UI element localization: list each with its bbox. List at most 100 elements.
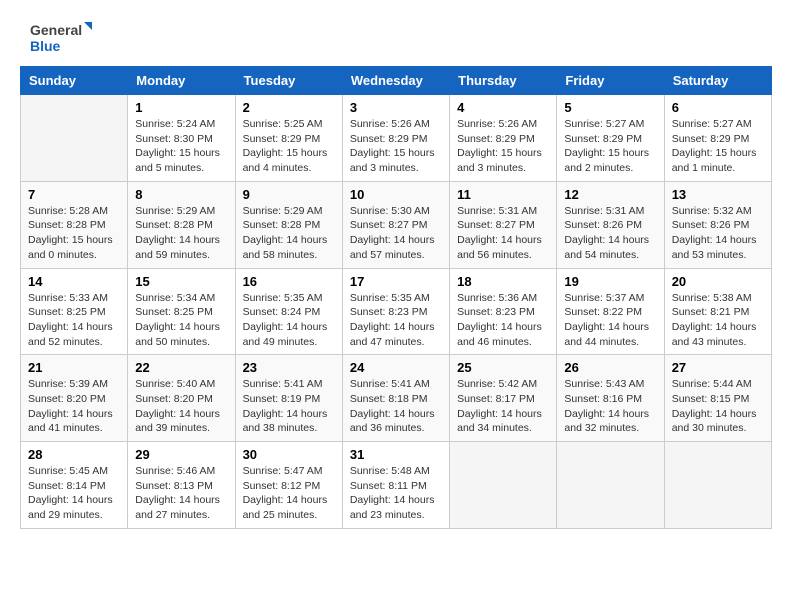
day-info: Sunrise: 5:27 AM Sunset: 8:29 PM Dayligh… bbox=[672, 117, 764, 176]
day-info: Sunrise: 5:32 AM Sunset: 8:26 PM Dayligh… bbox=[672, 204, 764, 263]
day-info: Sunrise: 5:40 AM Sunset: 8:20 PM Dayligh… bbox=[135, 377, 227, 436]
day-number: 1 bbox=[135, 100, 227, 115]
week-row-4: 21 Sunrise: 5:39 AM Sunset: 8:20 PM Dayli… bbox=[21, 355, 772, 442]
day-info: Sunrise: 5:27 AM Sunset: 8:29 PM Dayligh… bbox=[564, 117, 656, 176]
calendar-cell: 6 Sunrise: 5:27 AM Sunset: 8:29 PM Daylig… bbox=[664, 95, 771, 182]
day-info: Sunrise: 5:29 AM Sunset: 8:28 PM Dayligh… bbox=[135, 204, 227, 263]
day-number: 8 bbox=[135, 187, 227, 202]
day-number: 24 bbox=[350, 360, 442, 375]
day-info: Sunrise: 5:35 AM Sunset: 8:24 PM Dayligh… bbox=[243, 291, 335, 350]
calendar-cell: 21 Sunrise: 5:39 AM Sunset: 8:20 PM Dayli… bbox=[21, 355, 128, 442]
calendar-cell: 17Sunrise: 5:35 AM Sunset: 8:23 PM Dayli… bbox=[342, 268, 449, 355]
day-number: 21 bbox=[28, 360, 120, 375]
calendar-cell: 22 Sunrise: 5:40 AM Sunset: 8:20 PM Dayli… bbox=[128, 355, 235, 442]
day-number: 18 bbox=[457, 274, 549, 289]
day-info: Sunrise: 5:43 AM Sunset: 8:16 PM Dayligh… bbox=[564, 377, 656, 436]
svg-text:General: General bbox=[30, 22, 82, 38]
calendar-cell: 24 Sunrise: 5:41 AM Sunset: 8:18 PM Dayli… bbox=[342, 355, 449, 442]
calendar-cell: 8 Sunrise: 5:29 AM Sunset: 8:28 PM Daylig… bbox=[128, 181, 235, 268]
day-info: Sunrise: 5:38 AM Sunset: 8:21 PM Dayligh… bbox=[672, 291, 764, 350]
calendar-cell: 16Sunrise: 5:35 AM Sunset: 8:24 PM Dayli… bbox=[235, 268, 342, 355]
calendar-cell: 10 Sunrise: 5:30 AM Sunset: 8:27 PM Dayli… bbox=[342, 181, 449, 268]
header-tuesday: Tuesday bbox=[235, 67, 342, 95]
calendar-cell bbox=[21, 95, 128, 182]
day-info: Sunrise: 5:24 AM Sunset: 8:30 PM Dayligh… bbox=[135, 117, 227, 176]
calendar-cell: 18 Sunrise: 5:36 AM Sunset: 8:23 PM Dayli… bbox=[450, 268, 557, 355]
day-number: 30 bbox=[243, 447, 335, 462]
day-info: Sunrise: 5:26 AM Sunset: 8:29 PM Dayligh… bbox=[350, 117, 442, 176]
day-info: Sunrise: 5:33 AM Sunset: 8:25 PM Dayligh… bbox=[28, 291, 120, 350]
calendar-cell: 14 Sunrise: 5:33 AM Sunset: 8:25 PM Dayli… bbox=[21, 268, 128, 355]
day-number: 12 bbox=[564, 187, 656, 202]
day-info: Sunrise: 5:42 AM Sunset: 8:17 PM Dayligh… bbox=[457, 377, 549, 436]
day-info: Sunrise: 5:44 AM Sunset: 8:15 PM Dayligh… bbox=[672, 377, 764, 436]
calendar-cell: 13 Sunrise: 5:32 AM Sunset: 8:26 PM Dayli… bbox=[664, 181, 771, 268]
header-saturday: Saturday bbox=[664, 67, 771, 95]
day-info: Sunrise: 5:36 AM Sunset: 8:23 PM Dayligh… bbox=[457, 291, 549, 350]
day-number: 11 bbox=[457, 187, 549, 202]
day-info: Sunrise: 5:37 AM Sunset: 8:22 PM Dayligh… bbox=[564, 291, 656, 350]
day-number: 7 bbox=[28, 187, 120, 202]
day-info: Sunrise: 5:46 AM Sunset: 8:13 PM Dayligh… bbox=[135, 464, 227, 523]
day-number: 26 bbox=[564, 360, 656, 375]
calendar-cell: 20 Sunrise: 5:38 AM Sunset: 8:21 PM Dayli… bbox=[664, 268, 771, 355]
day-number: 19 bbox=[564, 274, 656, 289]
calendar-header-row: SundayMondayTuesdayWednesdayThursdayFrid… bbox=[21, 67, 772, 95]
header-thursday: Thursday bbox=[450, 67, 557, 95]
day-info: Sunrise: 5:39 AM Sunset: 8:20 PM Dayligh… bbox=[28, 377, 120, 436]
day-info: Sunrise: 5:41 AM Sunset: 8:19 PM Dayligh… bbox=[243, 377, 335, 436]
calendar-cell bbox=[450, 442, 557, 529]
day-info: Sunrise: 5:47 AM Sunset: 8:12 PM Dayligh… bbox=[243, 464, 335, 523]
day-number: 10 bbox=[350, 187, 442, 202]
day-number: 22 bbox=[135, 360, 227, 375]
day-number: 14 bbox=[28, 274, 120, 289]
day-number: 3 bbox=[350, 100, 442, 115]
calendar-cell: 9 Sunrise: 5:29 AM Sunset: 8:28 PM Daylig… bbox=[235, 181, 342, 268]
calendar-cell: 30 Sunrise: 5:47 AM Sunset: 8:12 PM Dayli… bbox=[235, 442, 342, 529]
day-info: Sunrise: 5:31 AM Sunset: 8:27 PM Dayligh… bbox=[457, 204, 549, 263]
week-row-3: 14 Sunrise: 5:33 AM Sunset: 8:25 PM Dayli… bbox=[21, 268, 772, 355]
calendar-cell: 3 Sunrise: 5:26 AM Sunset: 8:29 PM Daylig… bbox=[342, 95, 449, 182]
week-row-1: 1 Sunrise: 5:24 AM Sunset: 8:30 PM Daylig… bbox=[21, 95, 772, 182]
logo: General Blue bbox=[20, 20, 100, 56]
week-row-2: 7 Sunrise: 5:28 AM Sunset: 8:28 PM Daylig… bbox=[21, 181, 772, 268]
day-number: 25 bbox=[457, 360, 549, 375]
header-wednesday: Wednesday bbox=[342, 67, 449, 95]
day-number: 9 bbox=[243, 187, 335, 202]
day-info: Sunrise: 5:28 AM Sunset: 8:28 PM Dayligh… bbox=[28, 204, 120, 263]
calendar-cell: 27 Sunrise: 5:44 AM Sunset: 8:15 PM Dayli… bbox=[664, 355, 771, 442]
calendar-cell: 28Sunrise: 5:45 AM Sunset: 8:14 PM Dayli… bbox=[21, 442, 128, 529]
day-number: 20 bbox=[672, 274, 764, 289]
calendar-cell: 25 Sunrise: 5:42 AM Sunset: 8:17 PM Dayli… bbox=[450, 355, 557, 442]
day-info: Sunrise: 5:41 AM Sunset: 8:18 PM Dayligh… bbox=[350, 377, 442, 436]
day-number: 2 bbox=[243, 100, 335, 115]
calendar-cell: 4Sunrise: 5:26 AM Sunset: 8:29 PM Daylig… bbox=[450, 95, 557, 182]
day-info: Sunrise: 5:34 AM Sunset: 8:25 PM Dayligh… bbox=[135, 291, 227, 350]
calendar-cell: 19 Sunrise: 5:37 AM Sunset: 8:22 PM Dayli… bbox=[557, 268, 664, 355]
day-number: 31 bbox=[350, 447, 442, 462]
day-number: 5 bbox=[564, 100, 656, 115]
day-info: Sunrise: 5:45 AM Sunset: 8:14 PM Dayligh… bbox=[28, 464, 120, 523]
day-info: Sunrise: 5:30 AM Sunset: 8:27 PM Dayligh… bbox=[350, 204, 442, 263]
calendar-cell: 2Sunrise: 5:25 AM Sunset: 8:29 PM Daylig… bbox=[235, 95, 342, 182]
calendar-cell bbox=[664, 442, 771, 529]
week-row-5: 28Sunrise: 5:45 AM Sunset: 8:14 PM Dayli… bbox=[21, 442, 772, 529]
calendar-cell: 5 Sunrise: 5:27 AM Sunset: 8:29 PM Daylig… bbox=[557, 95, 664, 182]
svg-text:Blue: Blue bbox=[30, 38, 61, 54]
calendar-cell: 31 Sunrise: 5:48 AM Sunset: 8:11 PM Dayli… bbox=[342, 442, 449, 529]
day-number: 15 bbox=[135, 274, 227, 289]
day-number: 6 bbox=[672, 100, 764, 115]
header-sunday: Sunday bbox=[21, 67, 128, 95]
day-info: Sunrise: 5:31 AM Sunset: 8:26 PM Dayligh… bbox=[564, 204, 656, 263]
day-info: Sunrise: 5:35 AM Sunset: 8:23 PM Dayligh… bbox=[350, 291, 442, 350]
day-info: Sunrise: 5:48 AM Sunset: 8:11 PM Dayligh… bbox=[350, 464, 442, 523]
calendar-cell bbox=[557, 442, 664, 529]
calendar-table: SundayMondayTuesdayWednesdayThursdayFrid… bbox=[20, 66, 772, 529]
day-number: 27 bbox=[672, 360, 764, 375]
calendar-cell: 7 Sunrise: 5:28 AM Sunset: 8:28 PM Daylig… bbox=[21, 181, 128, 268]
day-number: 13 bbox=[672, 187, 764, 202]
calendar-cell: 12 Sunrise: 5:31 AM Sunset: 8:26 PM Dayli… bbox=[557, 181, 664, 268]
calendar-cell: 15 Sunrise: 5:34 AM Sunset: 8:25 PM Dayli… bbox=[128, 268, 235, 355]
day-info: Sunrise: 5:29 AM Sunset: 8:28 PM Dayligh… bbox=[243, 204, 335, 263]
day-number: 23 bbox=[243, 360, 335, 375]
